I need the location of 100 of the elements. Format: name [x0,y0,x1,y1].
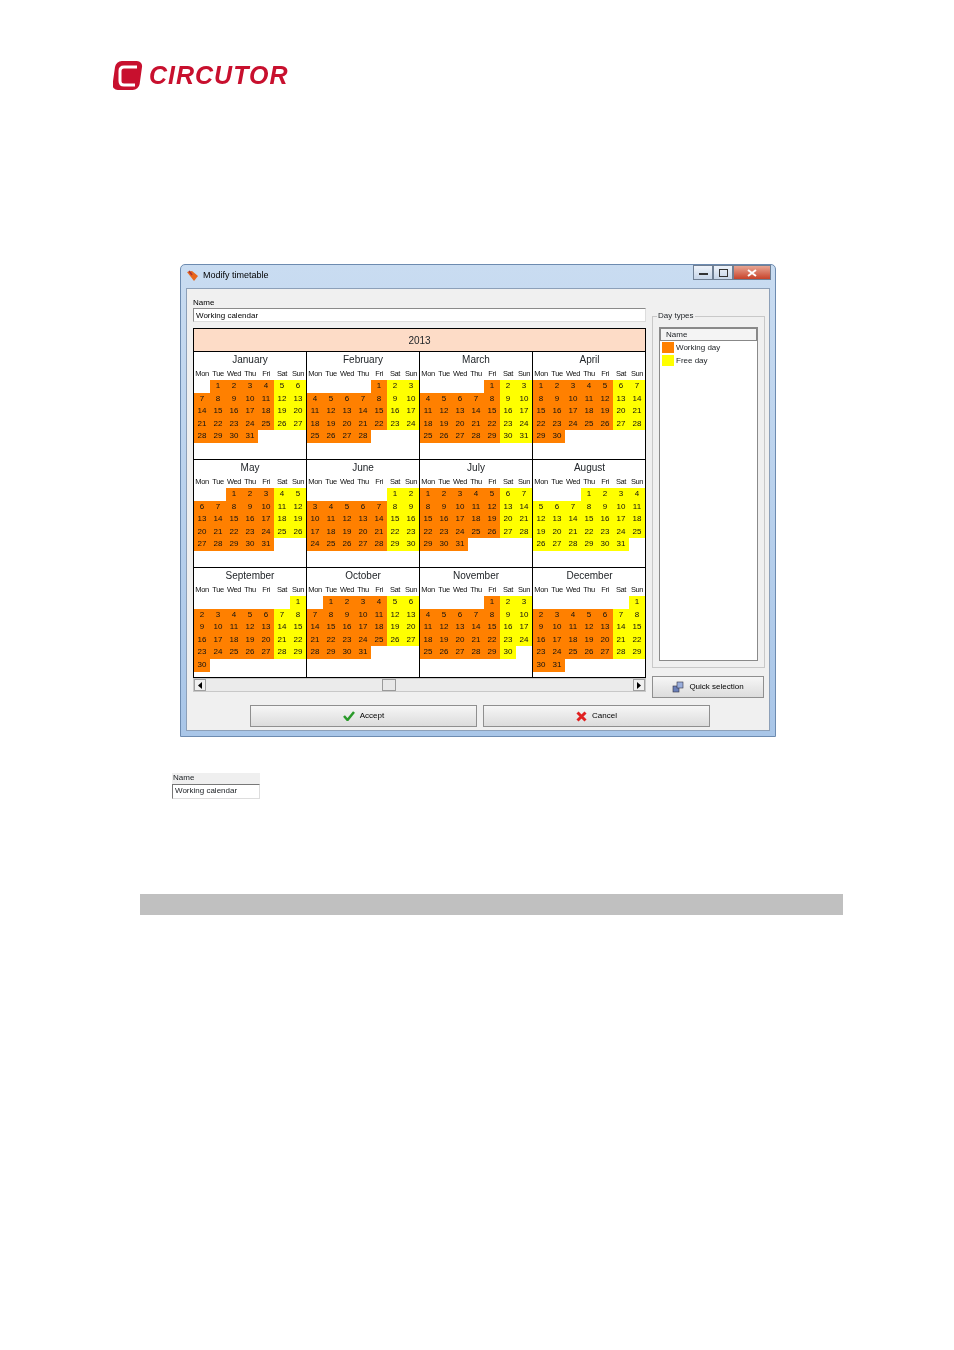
day-cell[interactable]: 14 [468,405,484,418]
day-cell[interactable]: 12 [436,405,452,418]
day-cell[interactable]: 1 [226,488,242,501]
day-cell[interactable]: 20 [613,405,629,418]
accept-button[interactable]: Accept [250,705,477,727]
day-type-name[interactable]: Working day [676,341,721,354]
day-cell[interactable]: 2 [339,596,355,609]
day-cell[interactable]: 4 [371,596,387,609]
day-cell[interactable]: 7 [210,500,226,514]
day-cell[interactable]: 28 [565,538,581,551]
day-cell[interactable]: 10 [549,621,565,634]
day-cell[interactable]: 29 [581,538,597,551]
day-cell[interactable]: 27 [339,430,355,443]
day-cell[interactable]: 19 [484,513,500,526]
day-cell[interactable]: 30 [436,538,452,551]
day-cell[interactable]: 17 [516,621,532,634]
day-cell[interactable]: 3 [403,380,419,393]
day-cell[interactable]: 1 [533,380,549,393]
day-cell[interactable]: 16 [226,405,242,418]
day-cell[interactable]: 13 [452,405,468,418]
day-cell[interactable]: 28 [355,430,371,443]
day-cell[interactable]: 2 [597,488,613,501]
day-cell[interactable]: 11 [307,405,323,418]
day-cell[interactable]: 29 [629,646,645,659]
day-cell[interactable]: 16 [500,621,516,634]
day-cell[interactable]: 30 [500,646,516,659]
day-cell[interactable]: 24 [307,538,323,551]
day-cell[interactable]: 13 [597,621,613,634]
day-cell[interactable]: 11 [323,513,339,526]
day-cell[interactable]: 14 [355,405,371,418]
day-cell[interactable]: 28 [468,430,484,443]
day-cell[interactable]: 16 [436,513,452,526]
day-cell[interactable]: 7 [355,392,371,406]
day-cell[interactable]: 7 [613,608,629,622]
day-cell[interactable]: 26 [533,538,549,551]
day-cell[interactable]: 4 [307,392,323,406]
day-cell[interactable]: 1 [387,488,403,501]
day-cell[interactable]: 27 [355,538,371,551]
day-cell[interactable]: 12 [339,513,355,526]
day-cell[interactable]: 1 [210,380,226,393]
day-cell[interactable]: 30 [242,538,258,551]
day-cell[interactable]: 4 [468,488,484,501]
day-cell[interactable]: 7 [468,392,484,406]
day-cell[interactable]: 5 [242,608,258,622]
day-cell[interactable]: 9 [533,621,549,634]
day-cell[interactable]: 17 [258,513,274,526]
day-cell[interactable]: 30 [226,430,242,443]
day-cell[interactable]: 28 [468,646,484,659]
day-cell[interactable]: 5 [436,608,452,622]
day-cell[interactable]: 25 [420,646,436,659]
day-cell[interactable]: 27 [452,646,468,659]
day-cell[interactable]: 18 [581,405,597,418]
day-cell[interactable]: 7 [565,500,581,514]
day-cell[interactable]: 6 [500,488,516,501]
day-cell[interactable]: 28 [307,646,323,659]
day-cell[interactable]: 5 [533,500,549,514]
day-cell[interactable]: 18 [468,513,484,526]
day-cell[interactable]: 25 [420,430,436,443]
day-cell[interactable]: 29 [210,430,226,443]
day-cell[interactable]: 13 [452,621,468,634]
day-cell[interactable]: 31 [355,646,371,659]
day-cell[interactable]: 3 [613,488,629,501]
day-cell[interactable]: 6 [339,392,355,406]
day-cell[interactable]: 4 [258,380,274,393]
day-cell[interactable]: 18 [274,513,290,526]
day-cell[interactable]: 13 [194,513,210,526]
day-cell[interactable]: 6 [258,608,274,622]
day-cell[interactable]: 1 [484,596,500,609]
day-cell[interactable]: 19 [274,405,290,418]
day-cell[interactable]: 16 [242,513,258,526]
day-cell[interactable]: 1 [629,596,645,609]
day-cell[interactable]: 2 [226,380,242,393]
day-cell[interactable]: 29 [484,430,500,443]
day-cell[interactable]: 11 [565,621,581,634]
day-cell[interactable]: 17 [403,405,419,418]
day-cell[interactable]: 28 [613,646,629,659]
day-cell[interactable]: 15 [581,513,597,526]
day-cell[interactable]: 31 [613,538,629,551]
horizontal-scrollbar[interactable] [193,678,646,692]
day-cell[interactable]: 13 [355,513,371,526]
day-cell[interactable]: 13 [258,621,274,634]
day-cell[interactable]: 3 [355,596,371,609]
day-cell[interactable]: 12 [323,405,339,418]
day-cell[interactable]: 17 [565,405,581,418]
day-cell[interactable]: 5 [387,596,403,609]
day-cell[interactable]: 7 [274,608,290,622]
day-cell[interactable]: 15 [484,621,500,634]
day-cell[interactable]: 4 [581,380,597,393]
day-cell[interactable]: 19 [290,513,306,526]
day-cell[interactable]: 6 [290,380,306,393]
day-cell[interactable]: 26 [339,538,355,551]
day-cell[interactable]: 15 [484,405,500,418]
day-cell[interactable]: 16 [339,621,355,634]
day-cell[interactable]: 29 [323,646,339,659]
day-cell[interactable]: 19 [597,405,613,418]
day-cell[interactable]: 3 [516,596,532,609]
day-cell[interactable]: 30 [339,646,355,659]
day-cell[interactable]: 5 [323,392,339,406]
day-cell[interactable]: 3 [242,380,258,393]
day-cell[interactable]: 25 [323,538,339,551]
